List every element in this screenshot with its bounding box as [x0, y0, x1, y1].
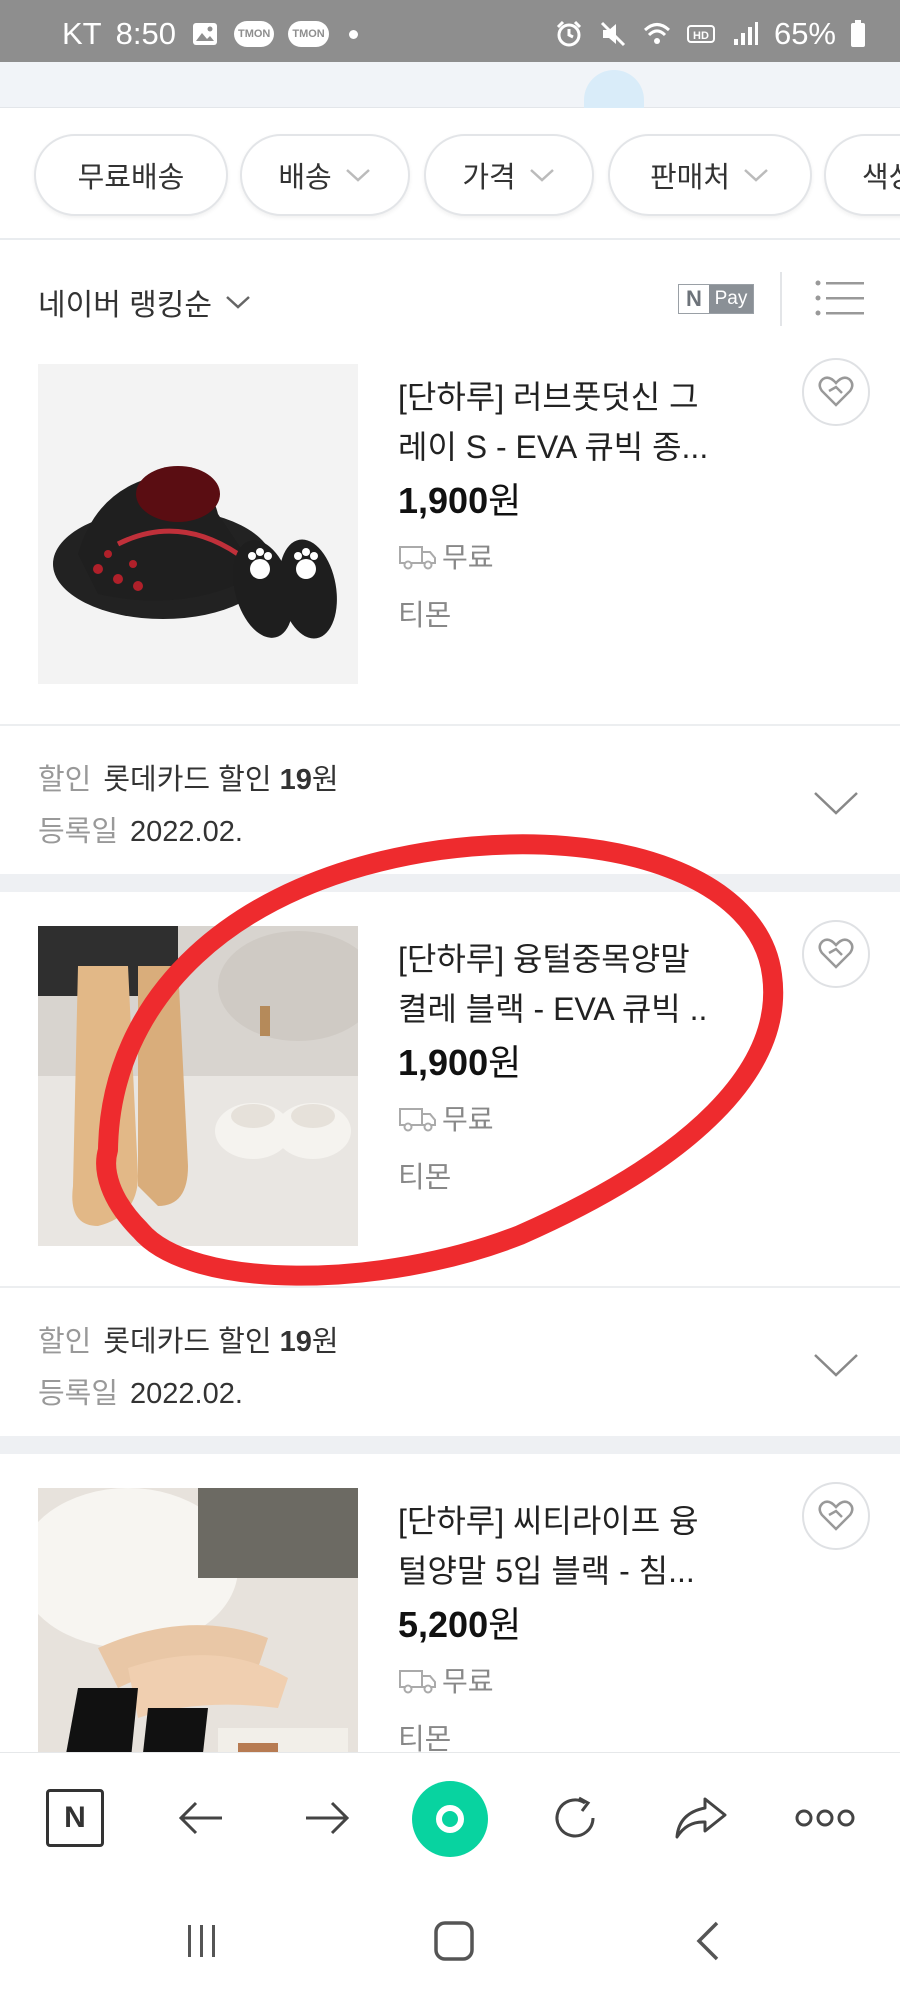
product-price: 1,900원 — [398, 1042, 522, 1083]
wishlist-button[interactable] — [802, 1482, 870, 1550]
shipping-info: 무료 — [398, 1098, 494, 1138]
filter-shipping[interactable]: 배송 — [240, 134, 410, 216]
more-button[interactable] — [790, 1783, 860, 1853]
chevron-down-icon[interactable] — [812, 1352, 860, 1378]
recent-apps-button[interactable] — [172, 1916, 232, 1966]
truck-icon — [399, 1670, 436, 1694]
product-title[interactable]: [단하루] 융털중목양말 켤레 블랙 - EVA 큐빅 .. — [398, 934, 758, 1034]
chevron-down-icon — [744, 169, 768, 182]
back-button[interactable] — [166, 1783, 236, 1853]
product-extra-info[interactable]: 할인 롯데카드 할인 19원 등록일 2022.02. — [0, 1286, 900, 1436]
chevron-down-icon — [226, 296, 250, 309]
hd-voice-icon: HD — [686, 25, 715, 43]
sort-label: 네이버 랭킹순 — [38, 289, 212, 322]
product-card[interactable]: [단하루] 융털중목양말 켤레 블랙 - EVA 큐빅 .. 1,900원 무료… — [0, 916, 900, 1278]
back-chevron-icon — [696, 1921, 719, 1961]
battery-percent: 65% — [773, 16, 836, 51]
list-view-icon[interactable] — [814, 278, 866, 318]
status-bar: KT 8:50 TMON TMON HD 65% — [0, 0, 900, 62]
mute-icon — [600, 21, 626, 47]
gallery-icon — [192, 23, 217, 45]
truck-icon — [399, 546, 436, 570]
heart-icon — [818, 938, 854, 969]
npay-pay-label: Pay — [709, 285, 753, 313]
npay-n-icon: N — [679, 285, 709, 313]
home-square-icon — [434, 1921, 474, 1961]
sort-dropdown[interactable]: 네이버 랭킹순 — [38, 280, 252, 324]
heart-icon — [818, 1500, 854, 1531]
wifi-icon — [643, 23, 670, 44]
chevron-down-icon[interactable] — [812, 790, 860, 816]
product-title[interactable]: [단하루] 씨티라이프 융 털양말 5입 블랙 - 침... — [398, 1496, 758, 1596]
slipper-image — [38, 364, 358, 684]
socks-slipper-image — [38, 926, 358, 1246]
arrow-right-icon — [306, 1801, 350, 1835]
refresh-icon — [555, 1796, 595, 1838]
refresh-button[interactable] — [540, 1783, 610, 1853]
green-dot-button[interactable] — [412, 1781, 488, 1857]
filter-label: 무료배송 — [77, 162, 185, 194]
truck-icon — [399, 1108, 436, 1132]
wishlist-button[interactable] — [802, 920, 870, 988]
clock: 8:50 — [115, 16, 176, 51]
shipping-info: 무료 — [398, 1660, 494, 1700]
mall-name[interactable]: 티몬 — [398, 592, 451, 634]
chevron-down-icon — [345, 169, 370, 182]
browser-toolbar: N — [0, 1752, 900, 1884]
filter-label: 배송 — [278, 162, 332, 194]
divider — [780, 272, 782, 326]
top-strip — [0, 62, 900, 108]
section-separator — [0, 874, 900, 892]
mall-name[interactable]: 티몬 — [398, 1154, 451, 1196]
filter-label: 가격 — [462, 162, 516, 194]
filter-label: 판매처 — [649, 162, 731, 194]
chevron-down-icon — [529, 169, 554, 182]
battery-icon — [851, 20, 865, 47]
section-separator — [0, 1436, 900, 1454]
product-extra-info[interactable]: 할인 롯데카드 할인 19원 등록일 2022.02. — [0, 724, 900, 874]
npay-filter-toggle[interactable]: N Pay — [678, 284, 754, 314]
carrier-label: KT — [62, 16, 102, 51]
system-back-button[interactable] — [678, 1916, 738, 1966]
filter-price[interactable]: 가격 — [424, 134, 594, 216]
naver-n-icon: N — [46, 1789, 104, 1847]
naver-home-button[interactable]: N — [40, 1783, 110, 1853]
product-title[interactable]: [단하루] 러브풋덧신 그 레이 S - EVA 큐빅 종... — [398, 372, 758, 472]
product-price: 1,900원 — [398, 480, 522, 521]
recent-apps-icon — [188, 1925, 215, 1957]
home-button[interactable] — [424, 1916, 484, 1966]
product-image[interactable] — [38, 364, 358, 684]
circle-icon — [436, 1805, 464, 1833]
product-image[interactable] — [38, 926, 358, 1246]
filter-label: 색상 — [862, 162, 900, 194]
svg-text:HD: HD — [693, 30, 709, 42]
product-image[interactable] — [38, 1488, 358, 1752]
product-card[interactable]: [단하루] 씨티라이프 융 털양말 5입 블랙 - 침... 5,200원 무료… — [0, 1478, 900, 1752]
socks-image — [38, 1488, 358, 1752]
tmon-badge-icon-2: TMON — [288, 21, 329, 47]
more-dots-icon — [795, 1809, 855, 1827]
system-navigation-bar — [0, 1884, 900, 2000]
mall-name[interactable]: 티몬 — [398, 1716, 451, 1752]
product-card[interactable]: [단하루] 러브풋덧신 그 레이 S - EVA 큐빅 종... 1,900원 … — [0, 354, 900, 716]
notification-dot-icon — [348, 29, 358, 39]
filter-free-shipping[interactable]: 무료배송 — [34, 134, 228, 216]
heart-icon — [818, 376, 854, 407]
share-button[interactable] — [666, 1783, 736, 1853]
share-icon — [675, 1797, 727, 1839]
filter-color[interactable]: 색상 — [824, 134, 900, 216]
tmon-badge-icon: TMON — [233, 21, 275, 47]
signal-icon — [733, 22, 758, 45]
wishlist-button[interactable] — [802, 358, 870, 426]
product-price: 5,200원 — [398, 1604, 522, 1645]
forward-button[interactable] — [292, 1783, 362, 1853]
shipping-info: 무료 — [398, 536, 494, 576]
filter-bar: 무료배송 배송 가격 판매처 색상 — [0, 108, 900, 240]
sort-row: 네이버 랭킹순 N Pay — [0, 242, 900, 352]
alarm-icon — [556, 20, 582, 47]
filter-seller[interactable]: 판매처 — [608, 134, 812, 216]
arrow-left-icon — [178, 1801, 222, 1835]
